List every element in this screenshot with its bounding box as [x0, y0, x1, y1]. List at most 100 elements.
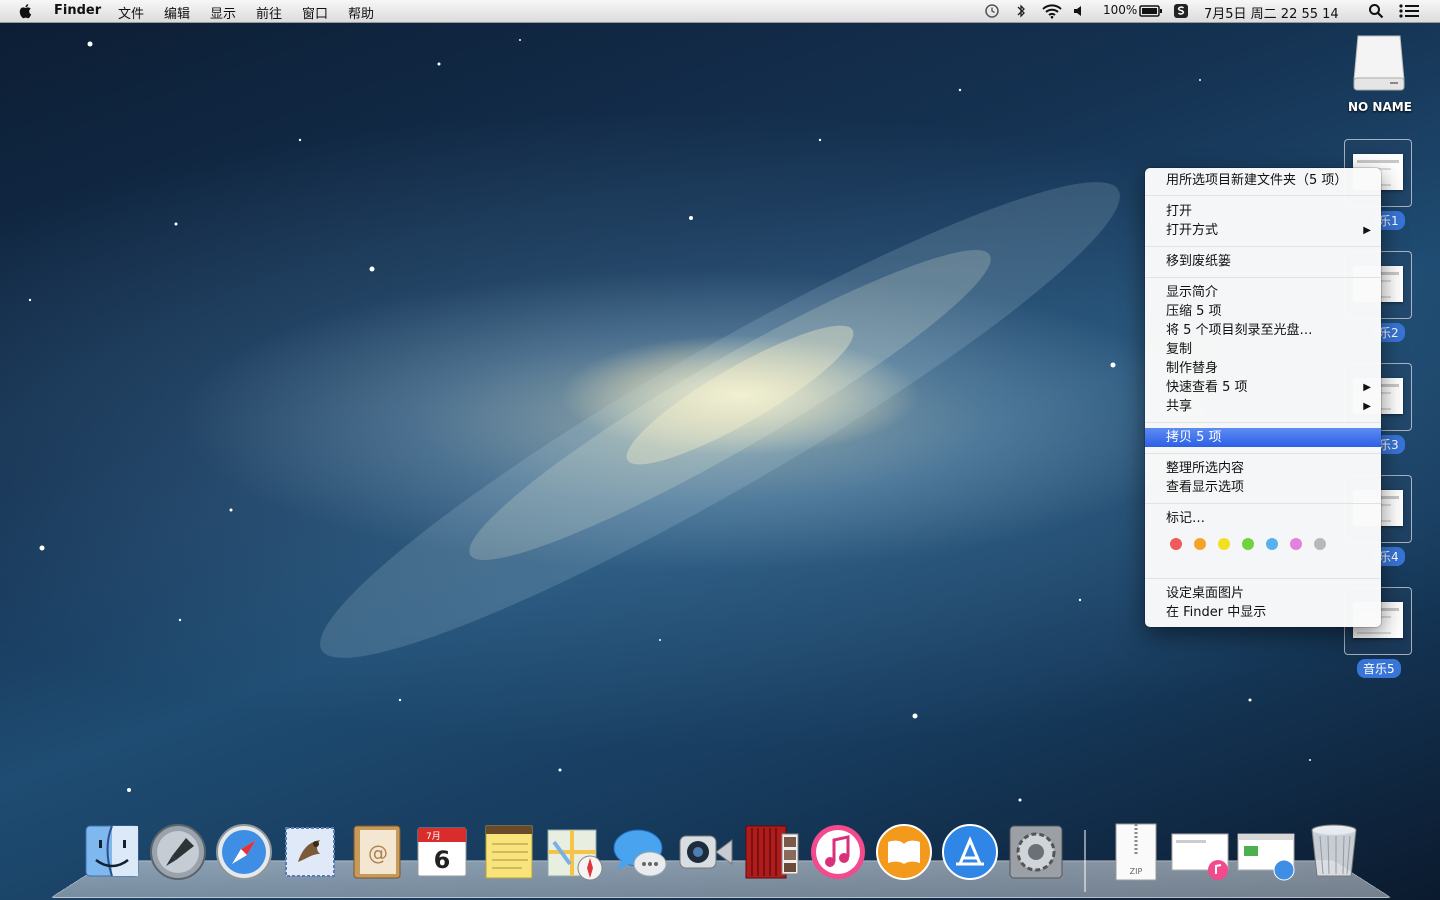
- menu-app-name[interactable]: Finder: [54, 3, 101, 18]
- dock-safari[interactable]: [214, 822, 274, 882]
- volume-icon[interactable]: [1072, 3, 1086, 19]
- battery-icon[interactable]: [1139, 4, 1163, 18]
- dock-facetime[interactable]: [676, 822, 736, 882]
- tag-purple[interactable]: [1290, 538, 1302, 550]
- menu-view[interactable]: 显示: [210, 3, 236, 22]
- dock-music-document[interactable]: [1170, 822, 1230, 882]
- facetime-icon: [679, 835, 733, 869]
- menu-item-quick-look[interactable]: 快速查看 5 项: [1166, 378, 1248, 397]
- menu-separator: [1145, 277, 1381, 278]
- menu-edit[interactable]: 编辑: [164, 3, 190, 22]
- menu-item-show-in-finder[interactable]: 在 Finder 中显示: [1166, 603, 1266, 622]
- svg-text:@: @: [368, 841, 388, 865]
- safari-icon: [216, 824, 272, 880]
- bluetooth-icon[interactable]: [1015, 3, 1027, 19]
- drive-label[interactable]: NO NAME: [1348, 100, 1412, 114]
- dock-trash[interactable]: [1304, 822, 1364, 882]
- tag-gray[interactable]: [1314, 538, 1326, 550]
- battery-percent[interactable]: 100%: [1103, 3, 1137, 17]
- menu-item-copy-items[interactable]: 拷贝 5 项: [1166, 428, 1222, 447]
- safari-doc-icon: [1237, 833, 1295, 881]
- clock-datetime[interactable]: 7月5日 周二 22 55 14: [1204, 3, 1339, 22]
- finder-icon: [85, 825, 139, 877]
- contacts-icon: @: [353, 825, 401, 879]
- mail-icon: [285, 827, 335, 877]
- menu-item-show-view-options[interactable]: 查看显示选项: [1166, 478, 1244, 497]
- menu-item-burn-to-disc[interactable]: 将 5 个项目刻录至光盘…: [1166, 321, 1313, 340]
- menu-item-get-info[interactable]: 显示简介: [1166, 283, 1218, 302]
- dock-calendar[interactable]: 7月 6: [412, 822, 472, 882]
- menu-separator: [1145, 453, 1381, 454]
- menu-item-make-alias[interactable]: 制作替身: [1166, 359, 1218, 378]
- menu-item-compress[interactable]: 压缩 5 项: [1166, 302, 1222, 321]
- tag-blue[interactable]: [1266, 538, 1278, 550]
- maps-icon: [547, 829, 603, 881]
- context-menu: 用所选项目新建文件夹（5 项） 打开 打开方式 ▶ 移到废纸篓 显示简介 压缩 …: [1145, 168, 1381, 627]
- ibooks-icon: [876, 824, 932, 880]
- menu-go[interactable]: 前往: [256, 3, 282, 22]
- dock-zip-file[interactable]: ZIP: [1106, 822, 1166, 882]
- dock-messages[interactable]: [610, 822, 670, 882]
- calendar-icon: 7月 6: [417, 827, 467, 877]
- menu-item-open-with[interactable]: 打开方式: [1166, 221, 1218, 240]
- notification-center-icon[interactable]: [1398, 3, 1420, 19]
- launchpad-icon: [150, 824, 206, 880]
- menu-item-tags[interactable]: 标记…: [1166, 509, 1205, 528]
- file-label-5[interactable]: 音乐5: [1357, 659, 1401, 678]
- dock-mail[interactable]: [280, 822, 340, 882]
- menu-item-set-desktop-picture[interactable]: 设定桌面图片: [1166, 584, 1244, 603]
- dock-notes[interactable]: [478, 822, 538, 882]
- menu-item-share[interactable]: 共享: [1166, 397, 1192, 416]
- dock-app-store[interactable]: [940, 822, 1000, 882]
- sync-app-icon[interactable]: [1173, 3, 1189, 19]
- photo-booth-icon: [745, 825, 799, 879]
- dock-contacts[interactable]: @: [346, 822, 406, 882]
- zip-label: ZIP: [1130, 867, 1143, 876]
- tag-orange[interactable]: [1194, 538, 1206, 550]
- itunes-icon: [811, 825, 865, 879]
- spotlight-search-icon[interactable]: [1368, 3, 1384, 19]
- calendar-day: 6: [434, 846, 451, 874]
- menu-item-open[interactable]: 打开: [1166, 202, 1192, 221]
- music-doc-icon: [1171, 833, 1229, 880]
- external-drive[interactable]: [1348, 32, 1410, 94]
- notes-icon: [485, 825, 533, 879]
- time-machine-icon[interactable]: [983, 3, 1001, 19]
- menu-separator: [1145, 195, 1381, 196]
- zip-icon: ZIP: [1115, 823, 1157, 881]
- menu-separator: [1145, 503, 1381, 504]
- menu-separator: [1145, 578, 1381, 579]
- tag-yellow[interactable]: [1218, 538, 1230, 550]
- trash-icon: [1311, 824, 1357, 877]
- dock-launchpad[interactable]: [148, 822, 208, 882]
- tag-red[interactable]: [1170, 538, 1182, 550]
- menu-item-duplicate[interactable]: 复制: [1166, 340, 1192, 359]
- menu-file[interactable]: 文件: [118, 3, 144, 22]
- menu-bar: Finder 文件 编辑 显示 前往 窗口 帮助 100% 7月5日 周二 22…: [0, 0, 1440, 23]
- app-store-icon: [942, 824, 998, 880]
- submenu-arrow-icon: ▶: [1363, 382, 1371, 393]
- submenu-arrow-icon: ▶: [1363, 225, 1371, 236]
- calendar-month: 7月: [426, 831, 441, 842]
- dock-maps[interactable]: [544, 822, 604, 882]
- menu-item-new-folder-with-selection[interactable]: 用所选项目新建文件夹（5 项）: [1166, 171, 1347, 190]
- menu-item-move-to-trash[interactable]: 移到废纸篓: [1166, 252, 1231, 271]
- dock-itunes[interactable]: [808, 822, 868, 882]
- dock-divider: [1084, 830, 1086, 892]
- dock-ibooks[interactable]: [874, 822, 934, 882]
- dock-system-preferences[interactable]: [1006, 822, 1066, 882]
- dock-finder[interactable]: [82, 822, 142, 882]
- menu-separator: [1145, 422, 1381, 423]
- dock-photo-booth[interactable]: [742, 822, 802, 882]
- dock-safari-document[interactable]: [1236, 822, 1296, 882]
- menu-window[interactable]: 窗口: [302, 3, 328, 22]
- tag-green[interactable]: [1242, 538, 1254, 550]
- messages-icon: [613, 829, 667, 877]
- apple-menu-icon[interactable]: [18, 3, 34, 19]
- menu-help[interactable]: 帮助: [348, 3, 374, 22]
- menu-item-clean-up-selection[interactable]: 整理所选内容: [1166, 459, 1244, 478]
- menu-separator: [1145, 246, 1381, 247]
- submenu-arrow-icon: ▶: [1363, 401, 1371, 412]
- wifi-icon[interactable]: [1041, 3, 1063, 19]
- system-preferences-icon: [1009, 825, 1063, 879]
